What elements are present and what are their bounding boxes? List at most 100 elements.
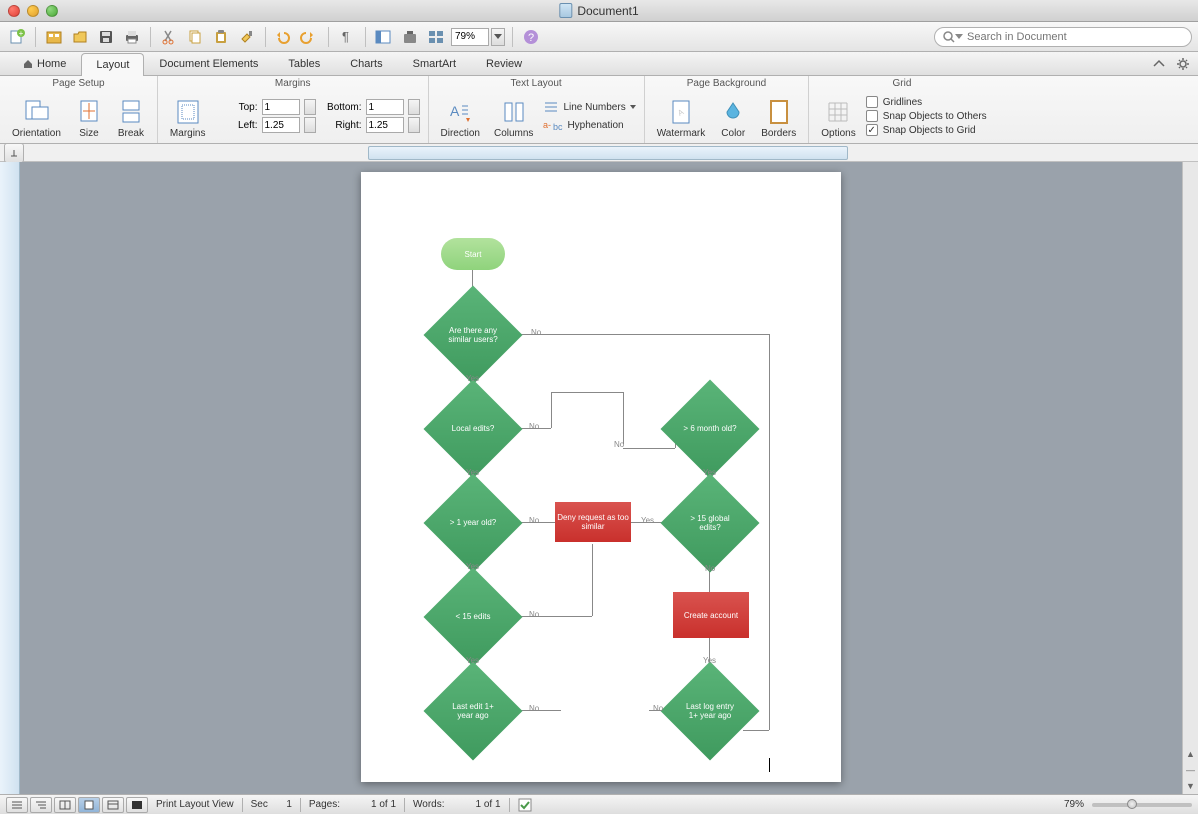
orientation-button[interactable]: Orientation xyxy=(8,91,65,141)
color-button[interactable]: Color xyxy=(715,91,751,141)
save-button[interactable] xyxy=(95,26,117,48)
tab-layout[interactable]: Layout xyxy=(81,53,144,76)
columns-button[interactable]: Columns xyxy=(490,91,537,141)
draft-view-button[interactable] xyxy=(6,797,28,813)
group-text-layout-title: Text Layout xyxy=(437,78,636,89)
svg-text:bc: bc xyxy=(553,122,563,132)
svg-text:A: A xyxy=(450,103,460,119)
document-title: Document1 xyxy=(559,3,638,18)
top-margin-input[interactable] xyxy=(262,99,300,115)
search-input[interactable] xyxy=(967,31,1183,43)
page: Start Are there any similar users? Local… xyxy=(361,172,841,782)
minimize-window-button[interactable] xyxy=(27,5,39,17)
document-icon xyxy=(559,3,572,18)
print-layout-view-button[interactable] xyxy=(78,797,100,813)
snap-grid-checkbox[interactable]: Snap Objects to Grid xyxy=(866,123,987,137)
flowchart-six-month: > 6 month old? xyxy=(675,394,745,464)
right-margin-input[interactable] xyxy=(366,117,404,133)
bottom-margin-label: Bottom: xyxy=(320,102,362,113)
publishing-view-button[interactable] xyxy=(54,797,76,813)
zoom-control[interactable] xyxy=(451,28,505,46)
outline-view-button[interactable] xyxy=(30,797,52,813)
vertical-scrollbar[interactable]: ▲ — ▼ xyxy=(1182,162,1198,794)
view-mode-label: Print Layout View xyxy=(156,799,234,810)
toolbox-button[interactable] xyxy=(399,26,421,48)
spinner[interactable] xyxy=(304,99,316,115)
spellcheck-icon[interactable] xyxy=(518,798,534,812)
spinner[interactable] xyxy=(408,117,420,133)
flowchart-local-edits: Local edits? xyxy=(438,394,508,464)
bottom-margin-input[interactable] xyxy=(366,99,404,115)
search-field[interactable] xyxy=(934,27,1192,47)
fullscreen-view-button[interactable] xyxy=(126,797,148,813)
paste-button[interactable] xyxy=(210,26,232,48)
vertical-ruler[interactable] xyxy=(0,162,20,794)
flowchart-last-edit: Last edit 1+ year ago xyxy=(438,676,508,746)
sidebar-button[interactable] xyxy=(373,26,395,48)
copy-button[interactable] xyxy=(184,26,206,48)
group-page-bg-title: Page Background xyxy=(653,78,801,89)
title-bar: Document1 xyxy=(0,0,1198,22)
notebook-view-button[interactable] xyxy=(102,797,124,813)
scroll-up-icon[interactable]: ▲ xyxy=(1183,746,1198,762)
spinner[interactable] xyxy=(304,117,316,133)
quick-toolbar: + ¶ ? xyxy=(0,22,1198,52)
undo-button[interactable] xyxy=(273,26,295,48)
flowchart-global15: > 15 global edits? xyxy=(675,488,745,558)
break-button[interactable]: Break xyxy=(113,91,149,141)
sec-value: 1 xyxy=(276,799,292,810)
svg-text:¶: ¶ xyxy=(342,29,349,44)
canvas[interactable]: Start Are there any similar users? Local… xyxy=(20,162,1182,794)
svg-text:?: ? xyxy=(528,32,534,44)
grid-options-button[interactable]: Options xyxy=(817,91,859,141)
open-button[interactable] xyxy=(69,26,91,48)
zoom-value: 79% xyxy=(1064,799,1084,810)
watermark-button[interactable]: AWatermark xyxy=(653,91,710,141)
ribbon-panel: Page Setup Orientation Size Break Margin… xyxy=(0,76,1198,144)
ribbon-tabs: Home Layout Document Elements Tables Cha… xyxy=(0,52,1198,76)
flowchart-create: Create account xyxy=(673,592,749,638)
help-button[interactable]: ? xyxy=(520,26,542,48)
borders-button[interactable]: Borders xyxy=(757,91,800,141)
zoom-slider[interactable] xyxy=(1092,803,1192,807)
flowchart-start: Start xyxy=(441,238,505,270)
size-button[interactable]: Size xyxy=(71,91,107,141)
document-area: Start Are there any similar users? Local… xyxy=(0,162,1198,794)
ruler-strip[interactable] xyxy=(368,146,848,160)
new-button[interactable]: + xyxy=(6,26,28,48)
snap-others-checkbox[interactable]: Snap Objects to Others xyxy=(866,109,987,123)
close-window-button[interactable] xyxy=(8,5,20,17)
spinner[interactable] xyxy=(408,99,420,115)
direction-button[interactable]: ADirection xyxy=(437,91,484,141)
flowchart-similar-users: Are there any similar users? xyxy=(438,300,508,370)
cut-button[interactable] xyxy=(158,26,180,48)
zoom-dropdown[interactable] xyxy=(491,28,505,46)
tab-review[interactable]: Review xyxy=(471,52,537,75)
tab-home[interactable]: Home xyxy=(8,52,81,75)
left-margin-input[interactable] xyxy=(262,117,300,133)
right-margin-label: Right: xyxy=(320,120,362,131)
scroll-line-icon[interactable]: — xyxy=(1183,762,1198,778)
flowchart-last-log: Last log entry 1+ year ago xyxy=(675,676,745,746)
tab-document-elements[interactable]: Document Elements xyxy=(144,52,273,75)
tab-charts[interactable]: Charts xyxy=(335,52,397,75)
gear-icon[interactable] xyxy=(1176,57,1190,71)
zoom-input[interactable] xyxy=(451,28,489,46)
collapse-ribbon-icon[interactable] xyxy=(1152,59,1166,69)
print-button[interactable] xyxy=(121,26,143,48)
show-formatting-button[interactable]: ¶ xyxy=(336,26,358,48)
zoom-window-button[interactable] xyxy=(46,5,58,17)
line-numbers-button[interactable]: Line Numbers xyxy=(543,100,635,114)
template-button[interactable] xyxy=(43,26,65,48)
tab-smartart[interactable]: SmartArt xyxy=(398,52,471,75)
margins-button[interactable]: Margins xyxy=(166,91,210,141)
gridlines-checkbox[interactable]: Gridlines xyxy=(866,95,987,109)
gallery-button[interactable] xyxy=(425,26,447,48)
pages-value: 1 of 1 xyxy=(348,799,396,810)
format-painter-button[interactable] xyxy=(236,26,258,48)
hyphenation-button[interactable]: a-bcHyphenation xyxy=(543,118,635,132)
redo-button[interactable] xyxy=(299,26,321,48)
tab-tables[interactable]: Tables xyxy=(273,52,335,75)
scroll-down-icon[interactable]: ▼ xyxy=(1183,778,1198,794)
tab-stop-button[interactable] xyxy=(4,143,24,163)
